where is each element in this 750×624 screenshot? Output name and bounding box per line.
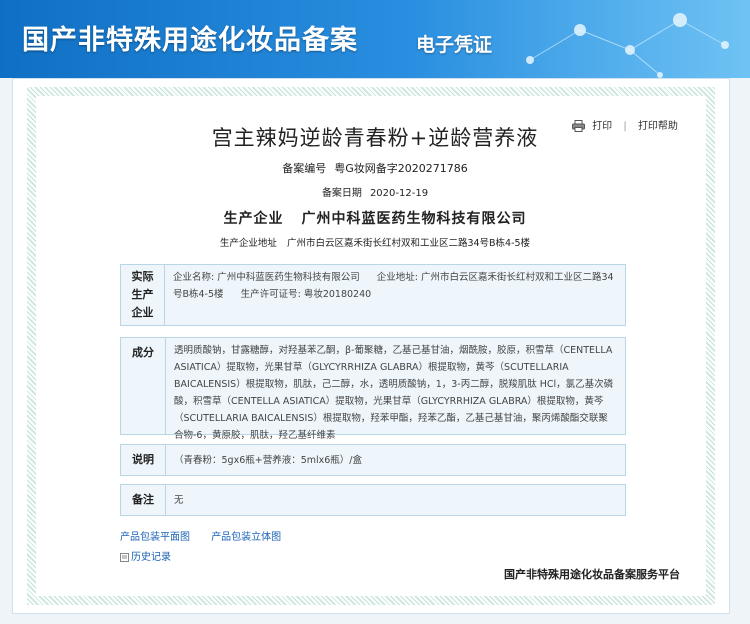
service-platform-label: 国产非特殊用途化妆品备案服务平台 <box>504 568 680 581</box>
remark-box: 备注 无 <box>120 484 626 516</box>
company-name: 广州中科蓝医药生物科技有限公司 <box>301 211 527 227</box>
history-link-label: 历史记录 <box>131 552 171 563</box>
remark-text: 无 <box>174 494 184 506</box>
header-banner: 国产非特殊用途化妆品备案 电子凭证 <box>0 0 750 78</box>
actual-producer-content: 企业名称: 广州中科蓝医药生物科技有限公司 企业地址: 广州市白云区嘉禾街长红村… <box>165 265 625 325</box>
license-value: 粤妆20180240 <box>303 289 372 300</box>
package-image-links: 产品包装平面图 产品包装立体图 <box>120 528 299 543</box>
ingredients-box: 成分 透明质酸钠，甘露糖醇，对羟基苯乙酮，β-葡聚糖，乙基己基甘油，烟酰胺，胶原… <box>120 337 626 441</box>
ingredients-text: 透明质酸钠，甘露糖醇，对羟基苯乙酮，β-葡聚糖，乙基己基甘油，烟酰胺，胶原，积雪… <box>174 345 614 441</box>
record-date-label: 备案日期 <box>321 188 362 199</box>
record-date-line: 备案日期 2020-12-19 <box>0 184 750 199</box>
flat-view-link[interactable]: 产品包装平面图 <box>120 532 190 543</box>
company-address-value: 广州市白云区嘉禾街长红村双和工业区二路34号B栋4-5楼 <box>286 238 531 249</box>
record-number-label: 备案编号 <box>282 162 327 175</box>
molecule-decoration-icon <box>526 13 729 78</box>
producer-address-label: 企业地址: <box>376 272 418 283</box>
record-date-value: 2020-12-19 <box>369 188 429 199</box>
actual-producer-label: 实际生产企业 <box>121 265 165 325</box>
actual-producer-box: 实际生产企业 企业名称: 广州中科蓝医药生物科技有限公司 企业地址: 广州市白云… <box>120 264 626 326</box>
description-box: 说明 （青春粉：5gx6瓶+营养液：5mlx6瓶）/盒 <box>120 444 626 476</box>
history-link[interactable]: 历史记录 <box>120 548 171 563</box>
description-label: 说明 <box>121 445 166 475</box>
history-icon <box>120 552 129 562</box>
banner-subtitle: 电子凭证 <box>416 34 493 56</box>
producer-name-label: 企业名称: <box>173 272 215 283</box>
producer-name-value: 广州中科蓝医药生物科技有限公司 <box>217 272 360 283</box>
record-number-value: 粤G妆网备字2020271786 <box>334 162 468 175</box>
record-number-line: 备案编号 粤G妆网备字2020271786 <box>0 160 750 176</box>
company-label: 生产企业 <box>223 211 284 227</box>
ingredients-label: 成分 <box>121 338 166 434</box>
license-label: 生产许可证号: <box>240 289 301 300</box>
product-name: 宫主辣妈逆龄青春粉+逆龄营养液 <box>211 126 539 150</box>
3d-view-link[interactable]: 产品包装立体图 <box>211 532 281 543</box>
remark-label: 备注 <box>121 485 166 515</box>
company-line: 生产企业 广州中科蓝医药生物科技有限公司 <box>0 208 750 228</box>
description-text: （青春粉：5gx6瓶+营养液：5mlx6瓶）/盒 <box>174 454 363 466</box>
company-address-label: 生产企业地址 <box>219 238 277 249</box>
company-address-line: 生产企业地址 广州市白云区嘉禾街长红村双和工业区二路34号B栋4-5楼 <box>0 235 750 249</box>
banner-title: 国产非特殊用途化妆品备案 <box>22 25 358 56</box>
